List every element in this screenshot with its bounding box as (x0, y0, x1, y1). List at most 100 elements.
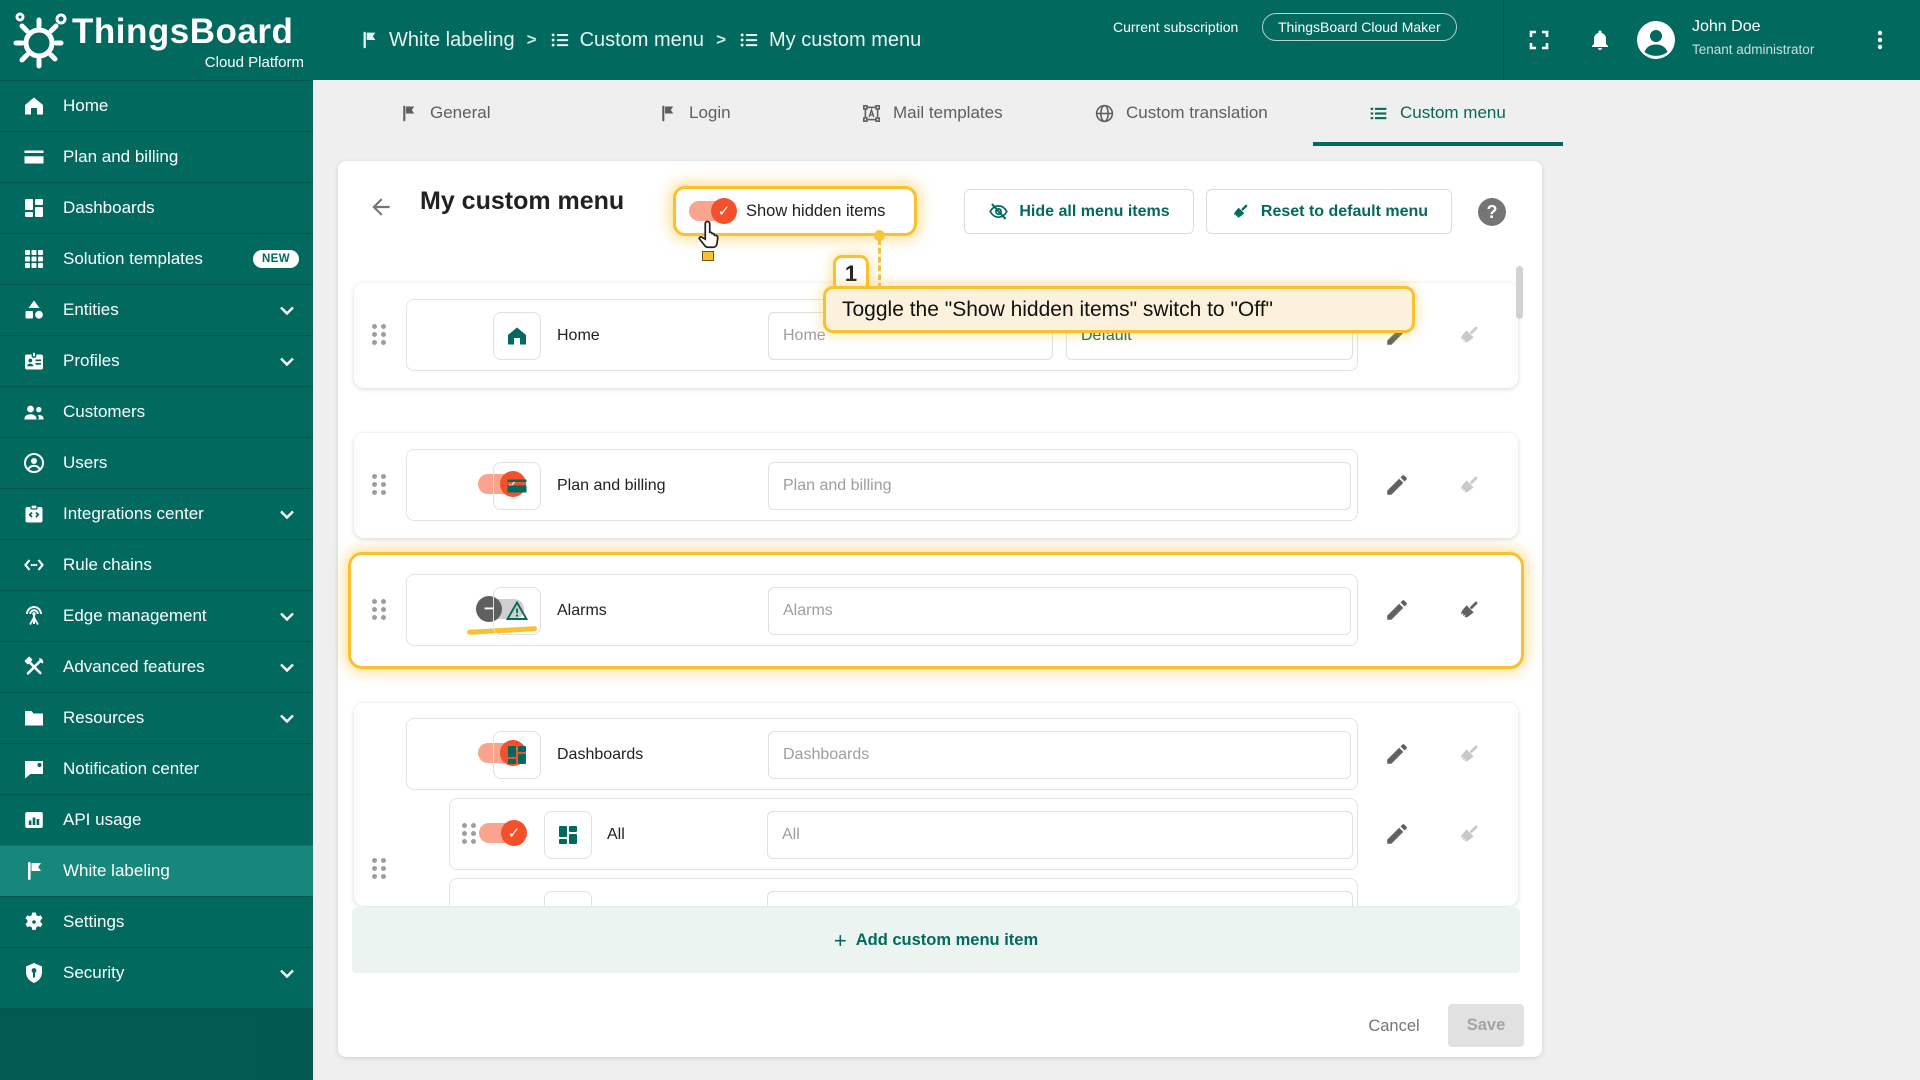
chat-bubble-icon (25, 761, 43, 779)
menu-item-label: Plan and billing (557, 477, 666, 494)
menu-row-plan-and-billing: ✓ Plan and billing (354, 449, 1518, 521)
edit-pencil-icon[interactable] (1384, 597, 1410, 623)
alarms-row-highlight: − Alarms (348, 552, 1524, 669)
tab-custom-translation[interactable]: Custom translation (1094, 80, 1268, 146)
textbox-icon (863, 104, 880, 122)
cancel-button[interactable]: Cancel (1352, 1006, 1436, 1046)
scrollbar-thumb[interactable] (1516, 266, 1523, 319)
sidebar-item-users[interactable]: Users (0, 437, 313, 488)
credit-card-icon (507, 479, 527, 493)
sidebar-item-label: Notification center (63, 759, 200, 778)
sidebar-item-rule-chains[interactable]: Rule chains (0, 539, 313, 590)
edit-pencil-icon[interactable] (1384, 472, 1410, 498)
sidebar-item-notification-center[interactable]: Notification center (0, 743, 313, 794)
sidebar-item-home[interactable]: Home (0, 80, 313, 131)
menu-item-card-dashboards-group: ✓ Dashboards ✓ (354, 703, 1518, 906)
hide-all-menu-items-button[interactable]: Hide all menu items (964, 189, 1194, 234)
breadcrumb-label: White labeling (389, 28, 515, 51)
sidebar-item-label: Integrations center (63, 504, 204, 523)
help-icon[interactable]: ? (1478, 198, 1506, 226)
menu-item-label: Dashboards (557, 746, 644, 763)
logo-subtitle: Cloud Platform (204, 54, 304, 71)
menu-item-name-input[interactable] (768, 731, 1351, 779)
dashboards-icon (559, 826, 577, 844)
dashboards-icon (508, 746, 526, 764)
sidebar-item-edge-management[interactable]: Edge management (0, 590, 313, 641)
user-avatar[interactable] (1636, 20, 1676, 60)
sidebar-nav: Home Plan and billing Dashboards Solutio… (0, 80, 313, 1080)
menu-row-box: ✓ All (449, 798, 1358, 870)
breadcrumb-my-custom-menu[interactable]: My custom menu (738, 29, 921, 52)
sidebar-item-dashboards[interactable]: Dashboards (0, 182, 313, 233)
flag-icon (28, 862, 41, 880)
tab-mail-templates[interactable]: Mail templates (861, 80, 1003, 146)
thingsboard-logo-icon[interactable] (12, 9, 70, 71)
sidebar-item-resources[interactable]: Resources (0, 692, 313, 743)
menu-item-label: Alarms (557, 602, 607, 619)
sidebar-item-customers[interactable]: Customers (0, 386, 313, 437)
plus-icon: + (833, 927, 847, 953)
logo-title[interactable]: ThingsBoard (72, 12, 293, 52)
sidebar-item-integrations-center[interactable]: Integrations center (0, 488, 313, 539)
menu-row-box: ✓ Dashboards (406, 718, 1358, 790)
edit-pencil-icon[interactable] (1384, 821, 1410, 847)
tab-general[interactable]: General (398, 80, 490, 146)
chevron-down-icon (280, 663, 294, 673)
sidebar-item-solution-templates[interactable]: Solution templates NEW (0, 233, 313, 284)
kebab-menu-icon[interactable] (1868, 28, 1892, 52)
menu-item-name-input[interactable] (767, 891, 1353, 906)
clear-brush-icon[interactable] (1456, 597, 1482, 623)
custom-menu-panel: My custom menu ✓ Show hidden items Hide … (338, 161, 1542, 1057)
warning-triangle-icon (505, 600, 529, 620)
tab-custom-menu[interactable]: Custom menu (1368, 80, 1506, 146)
sidebar-item-label: Security (63, 963, 125, 982)
white-labeling-tabs: General Login Mail templates Custom tran… (313, 80, 1920, 146)
flag-icon (403, 105, 415, 121)
clear-brush-icon (1461, 745, 1478, 762)
hand-cursor-icon (698, 220, 719, 249)
reset-to-default-menu-button[interactable]: Reset to default menu (1206, 189, 1452, 234)
fullscreen-icon[interactable] (1527, 28, 1551, 52)
sidebar-item-label: White labeling (63, 861, 170, 880)
menu-item-label: All (607, 826, 625, 843)
active-tab-underline (1313, 142, 1563, 146)
sidebar-item-settings[interactable]: Settings (0, 896, 313, 947)
show-hidden-items-toggle[interactable]: ✓ (689, 198, 737, 224)
menu-item-name-input[interactable] (768, 587, 1351, 635)
edit-pencil-icon[interactable] (1384, 741, 1410, 767)
sidebar-item-api-usage[interactable]: API usage (0, 794, 313, 845)
sidebar-item-label: Home (63, 96, 109, 115)
breadcrumb-custom-menu[interactable]: Custom menu (549, 28, 705, 52)
save-button[interactable]: Save (1448, 1004, 1524, 1047)
sidebar-item-white-labeling[interactable]: White labeling (0, 845, 313, 896)
chevron-down-icon (280, 306, 294, 316)
drag-handle-icon[interactable] (372, 324, 390, 346)
drag-handle-icon[interactable] (462, 823, 480, 845)
notifications-bell-icon[interactable] (1588, 28, 1612, 52)
menu-row-dashboards-all: ✓ All (354, 798, 1518, 870)
header-divider (1503, 0, 1504, 80)
breadcrumb-label: Custom menu (579, 28, 705, 51)
menu-item-name-input[interactable] (768, 462, 1351, 510)
breadcrumb-white-labeling[interactable]: White labeling (358, 29, 515, 52)
menu-row-box (449, 878, 1358, 906)
show-hidden-items-label: Show hidden items (746, 201, 886, 220)
visibility-toggle[interactable]: ✓ (479, 820, 527, 846)
drag-handle-icon[interactable] (372, 599, 390, 621)
tab-login[interactable]: Login (657, 80, 731, 146)
drag-handle-icon[interactable] (372, 474, 390, 496)
sidebar-item-security[interactable]: Security (0, 947, 313, 998)
clear-brush-icon (1461, 825, 1478, 842)
menu-item-name-input[interactable] (767, 811, 1353, 859)
tab-label: Mail templates (893, 103, 1003, 122)
sidebar-item-advanced-features[interactable]: Advanced features (0, 641, 313, 692)
sidebar-item-plan-and-billing[interactable]: Plan and billing (0, 131, 313, 182)
sidebar-item-label: Advanced features (63, 657, 205, 676)
home-icon-box (493, 312, 541, 360)
chevron-down-icon (280, 357, 294, 367)
back-arrow-icon[interactable] (368, 194, 394, 220)
sidebar-item-entities[interactable]: Entities (0, 284, 313, 335)
add-custom-menu-item-button[interactable]: + Add custom menu item (352, 908, 1520, 973)
chevron-down-icon (280, 612, 294, 622)
sidebar-item-profiles[interactable]: Profiles (0, 335, 313, 386)
